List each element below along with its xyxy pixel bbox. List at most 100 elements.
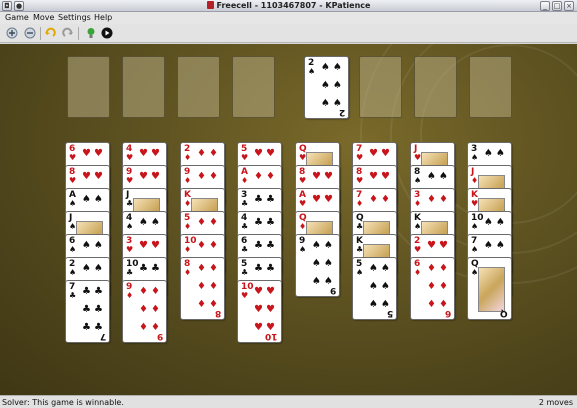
foundation-4[interactable] xyxy=(469,56,512,118)
card-pip-icon: ♥ xyxy=(139,240,148,251)
card-pip-icon: ♠ xyxy=(312,240,321,251)
card-pip-icon: ♣ xyxy=(254,263,263,274)
card-pip-icon: ♦ xyxy=(427,194,436,205)
card-pip-icon: ♠ xyxy=(94,263,103,274)
card-pip-icon: ♥ xyxy=(151,240,160,251)
card-pip-icon: ♠ xyxy=(312,276,321,287)
freecell-4[interactable] xyxy=(232,56,275,118)
tableau-card[interactable]: 8 ♦ ♦ ♦ ♦ ♦ ♦ ♦ 8 xyxy=(180,257,225,320)
card-suit-icon: ♥ xyxy=(414,245,422,254)
card-pip-icon: ♦ xyxy=(139,322,148,333)
minimize-button[interactable]: _ xyxy=(540,1,550,11)
card-pip-icon: ♠ xyxy=(324,240,333,251)
foundation-3[interactable] xyxy=(414,56,457,118)
card-pip-icon: ♠ xyxy=(439,171,448,182)
card-pip-icon: ♦ xyxy=(427,281,436,292)
card-suit-icon: ♣ xyxy=(241,222,249,231)
card-pip-icon: ♥ xyxy=(82,171,91,182)
card-pip-icon: ♣ xyxy=(94,286,103,297)
freecell-2[interactable] xyxy=(122,56,165,118)
card-pip-icon: ♠ xyxy=(321,98,330,109)
card-pip-icon: ♠ xyxy=(82,240,91,251)
card-suit-icon: ♥ xyxy=(356,176,364,185)
redo-icon[interactable] xyxy=(62,27,74,39)
freecell-3[interactable] xyxy=(177,56,220,118)
card-pip-icon: ♦ xyxy=(209,148,218,159)
card-pip-icon: ♦ xyxy=(427,263,436,274)
card-suit-icon: ♠ xyxy=(414,176,422,185)
card-rank-bottom: 9 xyxy=(329,285,336,295)
card-pip-icon: ♥ xyxy=(151,148,160,159)
card-pip-icon: ♥ xyxy=(324,194,333,205)
card-suit-icon: ♣ xyxy=(241,199,249,208)
card-pip-icon: ♥ xyxy=(254,304,263,315)
card-suit-icon: ♥ xyxy=(126,153,134,162)
card-pip-icon: ♦ xyxy=(139,286,148,297)
card-suit-icon: ♥ xyxy=(241,291,249,300)
card-pip-icon: ♥ xyxy=(324,171,333,182)
tableau-card[interactable]: Q ♠ Q xyxy=(467,257,512,320)
card-pip-icon: ♣ xyxy=(266,217,275,228)
card-suit-icon: ♦ xyxy=(184,176,192,185)
foundation-2[interactable] xyxy=(359,56,402,118)
card-pip-icon: ♣ xyxy=(266,240,275,251)
card-pip-icon: ♦ xyxy=(139,304,148,315)
card-suit-icon: ♠ xyxy=(471,245,479,254)
tableau-card[interactable]: 6 ♦ ♦ ♦ ♦ ♦ ♦ ♦ 6 xyxy=(410,257,455,320)
toolbar-separator xyxy=(78,27,79,40)
card-suit-icon: ♥ xyxy=(69,153,77,162)
game-board[interactable]: 2♠♠♠♠♠♠♠26♥♥♥♥♥♥♥68♥♥♥♥♥♥♥8A♠♠♠♠♠♠♠AJ♠J6… xyxy=(0,44,577,395)
card-pip-icon: ♥ xyxy=(266,286,275,297)
card-pip-icon: ♦ xyxy=(369,194,378,205)
hint-icon[interactable] xyxy=(85,27,97,39)
card-pip-icon: ♥ xyxy=(266,148,275,159)
move-counter: 2 moves xyxy=(538,398,573,407)
card-pip-icon: ♥ xyxy=(94,148,103,159)
new-game-icon[interactable] xyxy=(6,27,18,39)
card-pip-icon: ♦ xyxy=(209,171,218,182)
card-pip-icon: ♦ xyxy=(254,171,263,182)
menu-settings[interactable]: Settings xyxy=(58,13,91,23)
toolbar-separator xyxy=(40,27,41,40)
card-suit-icon: ♠ xyxy=(69,268,77,277)
card-pip-icon: ♥ xyxy=(369,171,378,182)
card-suit-icon: ♦ xyxy=(184,153,192,162)
menu-help[interactable]: Help xyxy=(94,13,112,23)
demo-icon[interactable] xyxy=(101,27,113,39)
card-pip-icon: ♦ xyxy=(439,281,448,292)
menu-move[interactable]: Move xyxy=(33,13,54,23)
tableau-card[interactable]: 7 ♣ ♣ ♣ ♣ ♣ ♣ ♣ 7 xyxy=(65,280,110,343)
card-pip-icon: ♥ xyxy=(254,322,263,333)
card-suit-icon: ♦ xyxy=(184,222,192,231)
card-suit-icon: ♠ xyxy=(69,199,77,208)
card-pip-icon: ♠ xyxy=(139,217,148,228)
card-pip-icon: ♣ xyxy=(151,263,160,274)
card-pip-icon: ♥ xyxy=(151,171,160,182)
tableau-card[interactable]: 9 ♠ ♠ ♠ ♠ ♠ ♠ ♠ 9 xyxy=(295,234,340,297)
card-pip-icon: ♦ xyxy=(151,286,160,297)
tableau-card[interactable]: 9♦♦♦♦♦♦♦9 xyxy=(122,280,167,343)
close-button[interactable]: × xyxy=(564,1,574,11)
card-suit-icon: ♥ xyxy=(299,176,307,185)
card-pip-icon: ♥ xyxy=(266,304,275,315)
card-rank-bottom: 8 xyxy=(214,308,221,318)
card-suit-icon: ♦ xyxy=(184,245,192,254)
tableau-card[interactable]: 5 ♠ ♠ ♠ ♠ ♠ ♠ ♠ 5 xyxy=(352,257,397,320)
card-pip-icon: ♥ xyxy=(381,171,390,182)
card-pip-icon: ♥ xyxy=(381,148,390,159)
card-suit-icon: ♠ xyxy=(308,67,316,76)
undo-icon[interactable] xyxy=(44,27,56,39)
card-pip-icon: ♠ xyxy=(324,258,333,269)
menu-game[interactable]: Game xyxy=(5,13,29,23)
freecell-1[interactable] xyxy=(67,56,110,118)
card-pip-icon: ♣ xyxy=(266,194,275,205)
card-pip-icon: ♦ xyxy=(439,263,448,274)
card-suit-icon: ♥ xyxy=(356,153,364,162)
card-rank-bottom: 7 xyxy=(99,331,106,341)
maximize-button[interactable]: □ xyxy=(552,1,562,11)
app-icon xyxy=(206,1,214,9)
tableau-card[interactable]: 10 ♥ ♥ ♥ ♥ ♥ ♥ ♥ 10 xyxy=(237,280,282,343)
foundation-card[interactable]: 2 ♠ ♠ ♠ ♠ ♠ ♠ ♠ 2 xyxy=(304,56,349,119)
card-pip-icon: ♠ xyxy=(381,263,390,274)
restart-icon[interactable] xyxy=(24,27,36,39)
